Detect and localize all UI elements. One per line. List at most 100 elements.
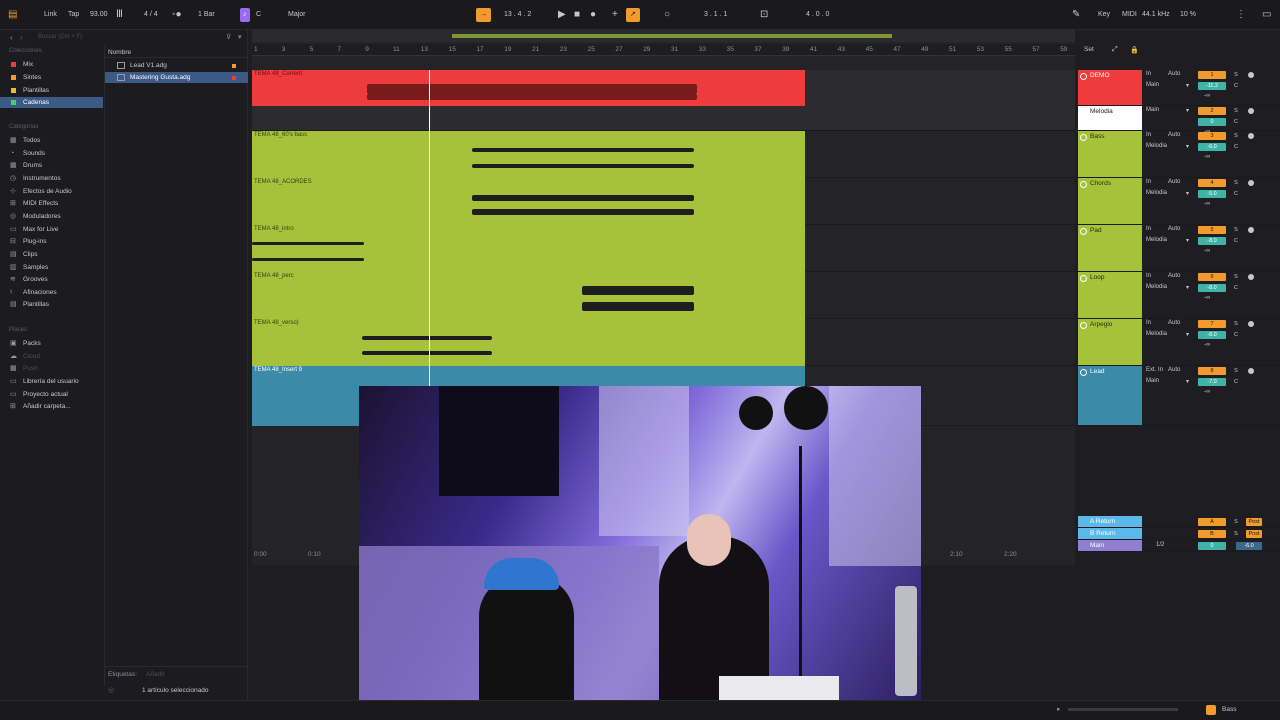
monitor-auto[interactable]: Auto [1168,226,1180,232]
audio-clip[interactable]: TEMA 48_ACORDES [252,178,805,225]
crossfade-button[interactable]: C [1232,143,1240,151]
crossfade-button[interactable]: C [1232,331,1240,339]
main-volume[interactable]: 0 [1198,542,1226,550]
track-number[interactable]: 5 [1198,226,1226,234]
chevron-down-icon[interactable]: ▾ [1186,378,1189,385]
output-routing[interactable]: Melodia [1146,143,1167,149]
output-routing[interactable]: Melodia [1146,190,1167,196]
file-item[interactable]: Mastering Gusta.adg [105,72,248,83]
output-routing[interactable]: Melodia [1146,331,1167,337]
stop-icon[interactable]: ■ [574,8,580,22]
category-item-max-for-live[interactable]: ▭ Max for Live [0,224,103,235]
arm-record-icon[interactable] [1248,368,1254,374]
track-number[interactable]: 7 [1198,320,1226,328]
track-header[interactable]: Arpegio In Auto Melodia ▾ 7 -8.0 -∞ S C [1076,319,1280,366]
category-item-midi-effects[interactable]: ⊞ MIDI Effects [0,198,103,209]
track-number[interactable]: 8 [1198,367,1226,375]
volume-field[interactable]: -8.0 [1198,237,1226,245]
track-name-block[interactable]: DEMO [1078,70,1142,105]
place-item-current-project[interactable]: ▭ Proyecto actual [0,389,103,400]
back-icon[interactable]: ‹ [10,33,13,42]
input-label[interactable]: Ext. In [1146,367,1163,373]
arm-record-icon[interactable] [1248,227,1254,233]
search-input[interactable]: Buscar (Ctrl + F) [38,34,82,40]
solo-button[interactable]: S [1232,179,1240,187]
scale-mode-icon[interactable]: ♪ [240,8,250,22]
midi-map-button[interactable]: MIDI [1122,8,1137,22]
chevron-down-icon[interactable]: ▾ [1186,237,1189,244]
track-lane-arpegio[interactable]: TEMA 48_verso) [252,319,1075,366]
crossfade-button[interactable]: C [1232,237,1240,245]
audio-clip[interactable]: TEMA 48_60's bass [252,131,805,178]
chevron-down-icon[interactable]: ▾ [1186,331,1189,338]
input-label[interactable]: In [1146,179,1151,185]
main-name[interactable]: Main [1078,540,1142,551]
track-name-block[interactable]: Bass [1078,131,1142,177]
track-name-block[interactable]: Arpegio [1078,319,1142,365]
expand-icon[interactable]: ⤢ [1112,46,1118,54]
automation-arm-icon[interactable]: ↗ [626,8,640,22]
return-track[interactable]: A Return A S Post [1076,516,1280,528]
volume-field[interactable]: -7.0 [1198,378,1226,386]
solo-button[interactable]: S [1232,367,1240,375]
solo-button[interactable]: S [1232,320,1240,328]
window-icon[interactable]: ▭ [1262,8,1271,22]
output-routing[interactable]: Main [1146,107,1159,113]
play-icon[interactable]: ▸ [1057,705,1061,713]
track-header[interactable]: MelodiaMain▾20-∞SC [1076,106,1280,135]
play-icon[interactable]: ▶ [558,8,566,22]
track-number[interactable]: 6 [1198,273,1226,281]
output-routing[interactable]: Melodia [1146,284,1167,290]
app-menu-icon[interactable]: ▤ [8,8,17,22]
collection-item-mix[interactable]: Mix [0,59,103,70]
monitor-auto[interactable]: Auto [1168,273,1180,279]
track-header[interactable]: DEMO In Auto Main ▾ 1 -11.2 -∞ S C [1076,70,1280,106]
nudge-icon[interactable]: Ⅲ [116,8,123,22]
category-item-plugins[interactable]: ⊟ Plug-ins [0,236,103,247]
track-number[interactable]: 3 [1198,132,1226,140]
track-activator-icon[interactable] [1080,109,1087,116]
track-activator-icon[interactable] [1080,369,1087,376]
send-field[interactable]: -∞ [1204,342,1210,348]
solo-button[interactable]: S [1232,71,1240,79]
category-item-samples[interactable]: ▥ Samples [0,262,103,273]
main-pan[interactable]: -6.0 [1236,542,1262,550]
track-lane-bass[interactable]: TEMA 48_60's bass [252,131,1075,178]
track-header[interactable]: Lead Ext. In Auto Main ▾ 8 -7.0 -∞ S C [1076,366,1280,426]
crossfade-button[interactable]: C [1232,378,1240,386]
place-item-user-library[interactable]: ▭ Librería del usuario [0,376,103,387]
arm-record-icon[interactable] [1248,133,1254,139]
return-letter[interactable]: B [1198,530,1226,538]
send-field[interactable]: -∞ [1204,295,1210,301]
collection-item-sintes[interactable]: Sintes [0,72,103,83]
send-field[interactable]: -∞ [1204,389,1210,395]
category-item-instrumentos[interactable]: ◷ Instrumentos [0,173,103,184]
return-name[interactable]: A Return [1078,516,1142,527]
lock-icon[interactable]: 🔒 [1130,46,1139,54]
add-tag-button[interactable]: Añadir [146,671,165,678]
input-label[interactable]: In [1146,226,1151,232]
input-label[interactable]: In [1146,71,1151,77]
arm-record-icon[interactable] [1248,108,1254,114]
track-name-block[interactable]: Pad [1078,225,1142,271]
filter-icon[interactable]: ⊽ [226,33,231,41]
track-number[interactable]: 4 [1198,179,1226,187]
output-routing[interactable]: Main [1146,82,1159,88]
scale-dropdown[interactable]: Major [288,8,306,22]
category-item-grooves[interactable]: ≋ Grooves [0,274,103,285]
post-button[interactable]: Post [1246,518,1262,526]
track-activator-icon[interactable] [1080,134,1087,141]
beat-time-ruler[interactable]: 1 3 5 7 9 11 13 15 17 19 21 23 25 27 29 31 33 35 37 39 41 43 4… [252,44,1075,56]
track-name-block[interactable]: Loop [1078,272,1142,318]
track-lane-loop[interactable]: TEMA 48_perc [252,272,1075,319]
punch-icon[interactable]: ○ [664,8,670,22]
crossfade-button[interactable]: C [1232,284,1240,292]
track-activator-icon[interactable] [1080,73,1087,80]
return-track[interactable]: B Return B S Post [1076,528,1280,540]
quantize-dropdown[interactable]: 1 Bar [198,8,215,22]
track-header[interactable]: Bass In Auto Melodia ▾ 3 -6.0 -∞ S C [1076,131,1280,178]
output-routing[interactable]: Main [1146,378,1159,384]
tempo-field[interactable]: 93.00 [90,8,108,22]
follow-button[interactable]: → [476,8,491,22]
solo-button[interactable]: S [1232,518,1240,526]
